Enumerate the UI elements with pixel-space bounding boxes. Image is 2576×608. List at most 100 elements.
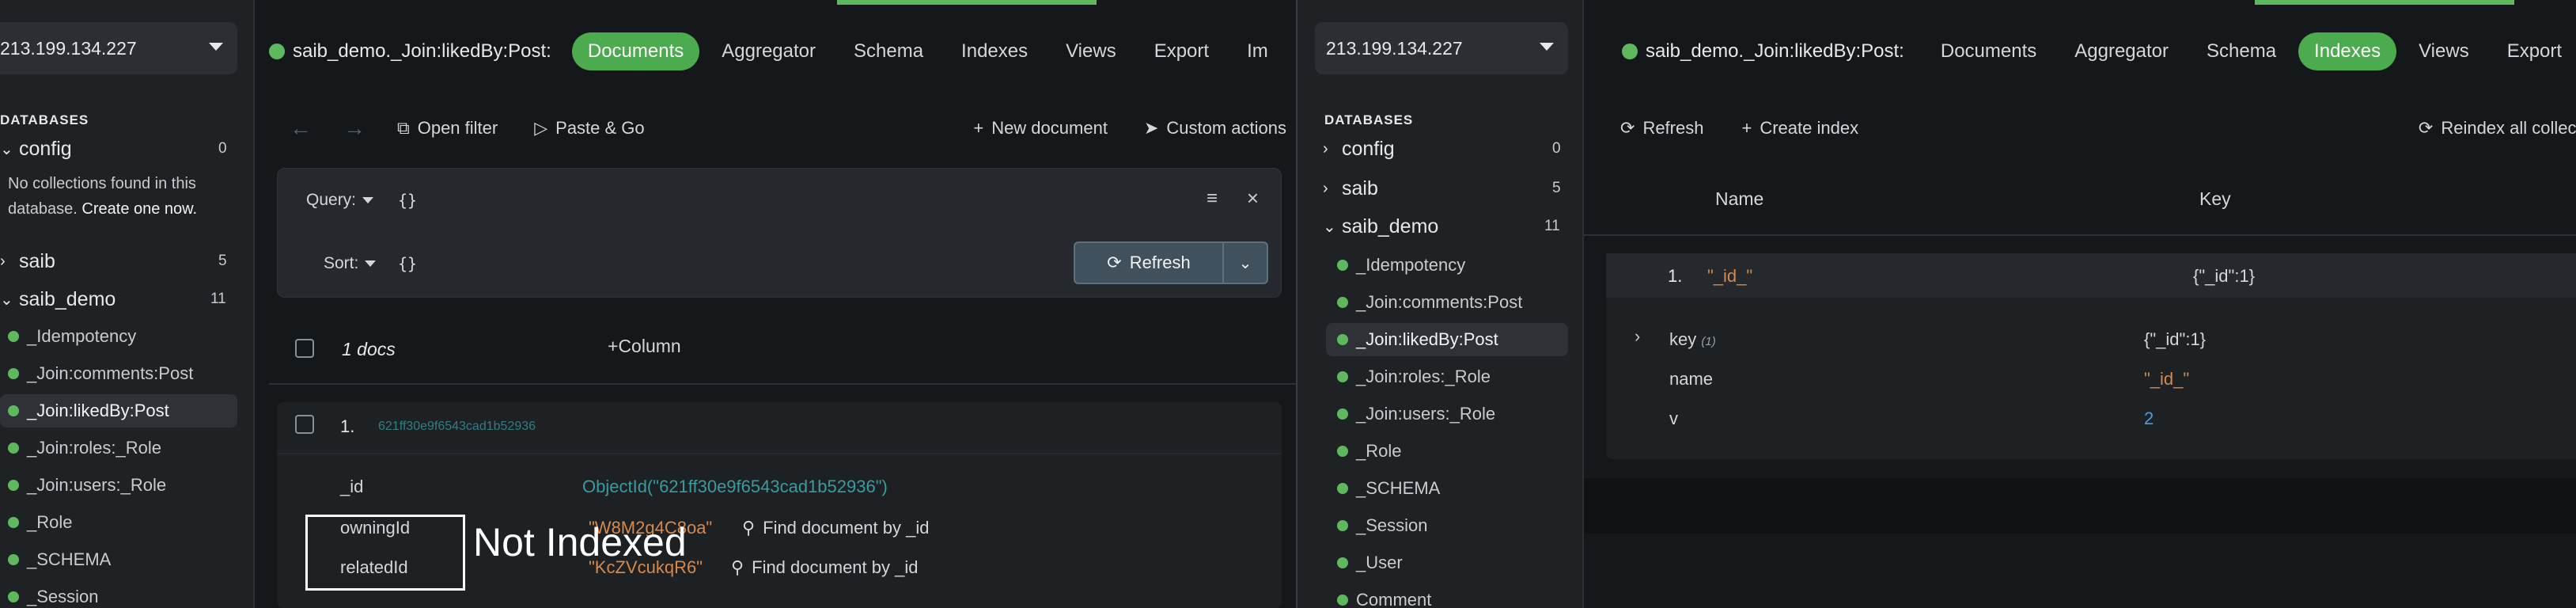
create-collection-link[interactable]: Create one now. bbox=[81, 200, 197, 218]
collection-item[interactable]: _Idempotency bbox=[1326, 249, 1568, 282]
database-name: config bbox=[1342, 137, 1395, 160]
sidebar: 213.199.134.227 DATABASES ⌄ config 0 No … bbox=[0, 0, 255, 608]
chevron-down-icon bbox=[1540, 43, 1554, 51]
new-document-button[interactable]: + New document bbox=[973, 118, 1108, 139]
select-all-checkbox[interactable] bbox=[295, 339, 314, 358]
close-icon[interactable]: × bbox=[1247, 186, 1259, 211]
database-saib-demo[interactable]: ⌄ saib_demo 11 bbox=[0, 283, 237, 315]
database-name: saib bbox=[19, 249, 55, 272]
reindex-button[interactable]: ⟳ Reindex all collection bbox=[2419, 118, 2576, 139]
chevron-down-icon: ⌄ bbox=[0, 291, 13, 309]
query-mode-dropdown[interactable]: Query: bbox=[306, 191, 374, 210]
collection-item[interactable]: _SCHEMA bbox=[1326, 472, 1568, 505]
format-query-icon[interactable]: ≡ bbox=[1207, 188, 1218, 210]
find-document-link[interactable]: ⚲ Find document by _id bbox=[742, 518, 929, 538]
collection-item[interactable]: _Join:comments:Post bbox=[1326, 286, 1568, 319]
chevron-right-icon[interactable]: › bbox=[1635, 326, 1640, 347]
status-dot-icon bbox=[1337, 520, 1348, 531]
refresh-label: Refresh bbox=[1642, 118, 1704, 138]
database-saib-demo[interactable]: ⌄ saib_demo 11 bbox=[1323, 211, 1568, 242]
left-pane: 213.199.134.227 DATABASES ⌄ config 0 No … bbox=[0, 0, 1297, 608]
indexes-toolbar: ⟳ Refresh + Create index ⟳ Reindex all coll… bbox=[1620, 112, 2576, 144]
collection-item[interactable]: _User bbox=[1326, 546, 1568, 580]
refresh-options-button[interactable]: ⌄ bbox=[1224, 241, 1268, 284]
sort-mode-dropdown[interactable]: Sort: bbox=[324, 254, 377, 273]
field-value[interactable]: ObjectId("621ff30e9f6543cad1b52936") bbox=[582, 477, 888, 497]
find-document-label: Find document by _id bbox=[763, 518, 930, 538]
forward-arrow-icon[interactable]: → bbox=[343, 116, 366, 141]
collection-label: _SCHEMA bbox=[27, 549, 112, 569]
server-selector[interactable]: 213.199.134.227 bbox=[1315, 22, 1568, 74]
query-input[interactable]: {} bbox=[398, 191, 417, 210]
collection-label: _Join:roles:_Role bbox=[1356, 367, 1491, 386]
column-header-name[interactable]: Name bbox=[1715, 188, 1763, 210]
database-count: 5 bbox=[218, 253, 227, 269]
back-arrow-icon[interactable]: ← bbox=[290, 116, 312, 141]
tab-views[interactable]: Views bbox=[2403, 32, 2485, 70]
collection-item[interactable]: _Join:comments:Post bbox=[0, 357, 237, 390]
database-name: saib bbox=[1342, 177, 1378, 200]
chevron-down-icon: ⌄ bbox=[1238, 254, 1252, 272]
collection-item[interactable]: _SCHEMA bbox=[0, 543, 237, 576]
refresh-button[interactable]: ⟳ Refresh bbox=[1620, 118, 1703, 139]
databases-heading: DATABASES bbox=[0, 112, 89, 127]
status-dot-icon bbox=[1337, 446, 1348, 457]
collection-item[interactable]: _Join:users:_Role bbox=[0, 469, 237, 502]
database-config[interactable]: › config 0 bbox=[1323, 133, 1568, 165]
refresh-icon: ⟳ bbox=[1620, 118, 1635, 138]
tab-aggregator[interactable]: Aggregator bbox=[706, 32, 832, 70]
collection-item[interactable]: _Session bbox=[0, 580, 237, 608]
database-config[interactable]: ⌄ config 0 bbox=[0, 133, 237, 165]
database-count: 11 bbox=[1544, 218, 1560, 234]
add-column-button[interactable]: +Column bbox=[608, 336, 681, 357]
status-dot-icon bbox=[8, 517, 19, 528]
collection-item[interactable]: _Role bbox=[0, 506, 237, 539]
tab-schema[interactable]: Schema bbox=[838, 32, 939, 70]
database-saib[interactable]: › saib 5 bbox=[1323, 173, 1568, 204]
sidebar: 213.199.134.227 DATABASES › config 0 › s… bbox=[1297, 0, 1584, 608]
database-count: 0 bbox=[218, 140, 227, 157]
custom-actions-button[interactable]: ➤ Custom actions bbox=[1144, 118, 1286, 139]
collection-label: _Join:users:_Role bbox=[27, 475, 167, 495]
database-saib[interactable]: › saib 5 bbox=[0, 245, 237, 277]
collection-item[interactable]: _Idempotency bbox=[0, 320, 237, 353]
detail-key: key bbox=[1669, 329, 1697, 349]
collection-item[interactable]: _Join:roles:_Role bbox=[1326, 360, 1568, 393]
open-filter-button[interactable]: ⧉ Open filter bbox=[397, 118, 498, 139]
collection-label: _Join:likedBy:Post bbox=[27, 401, 169, 420]
create-index-button[interactable]: + Create index bbox=[1741, 118, 1858, 139]
collection-item-selected[interactable]: _Join:likedBy:Post bbox=[1326, 323, 1568, 356]
status-dot-icon bbox=[1337, 408, 1348, 420]
sort-input[interactable]: {} bbox=[398, 254, 417, 273]
tab-documents[interactable]: Documents bbox=[571, 32, 700, 70]
collection-item[interactable]: _Role bbox=[1326, 435, 1568, 468]
tab-import[interactable]: Im bbox=[1231, 32, 1284, 70]
tab-indexes[interactable]: Indexes bbox=[2298, 32, 2397, 70]
collection-item-selected[interactable]: _Join:likedBy:Post bbox=[0, 394, 237, 428]
tab-export[interactable]: Export bbox=[1138, 32, 1225, 70]
paste-go-label: Paste & Go bbox=[555, 118, 645, 138]
column-header-key[interactable]: Key bbox=[2199, 188, 2231, 210]
find-document-link[interactable]: ⚲ Find document by _id bbox=[731, 557, 918, 578]
refresh-button[interactable]: ⟳ Refresh bbox=[1074, 241, 1224, 284]
tab-schema[interactable]: Schema bbox=[2191, 32, 2292, 70]
paste-go-button[interactable]: ▷ Paste & Go bbox=[534, 118, 644, 139]
tab-indexes[interactable]: Indexes bbox=[945, 32, 1044, 70]
index-card: 1. "_id_" {"_id":1} › key (1) {"_id":1} … bbox=[1606, 253, 2576, 459]
database-count: 11 bbox=[210, 291, 226, 307]
collection-item[interactable]: Comment bbox=[1326, 583, 1568, 608]
tab-export[interactable]: Export bbox=[2491, 32, 2576, 70]
tab-documents[interactable]: Documents bbox=[1925, 32, 2052, 70]
collection-item[interactable]: _Join:roles:_Role bbox=[0, 431, 237, 465]
server-selector[interactable]: 213.199.134.227 bbox=[0, 22, 237, 74]
collection-item[interactable]: _Join:users:_Role bbox=[1326, 397, 1568, 431]
collection-label: _Join:roles:_Role bbox=[27, 438, 161, 458]
new-document-label: New document bbox=[991, 118, 1108, 138]
document-checkbox[interactable] bbox=[295, 415, 314, 434]
collection-label: _Role bbox=[27, 512, 73, 532]
collection-item[interactable]: _Session bbox=[1326, 509, 1568, 542]
document-id-preview[interactable]: 621ff30e9f6543cad1b52936 bbox=[378, 420, 536, 434]
tab-views[interactable]: Views bbox=[1050, 32, 1132, 70]
tab-aggregator[interactable]: Aggregator bbox=[2059, 32, 2184, 70]
collection-title-text: saib_demo._Join:likedBy:Post: bbox=[293, 40, 551, 62]
